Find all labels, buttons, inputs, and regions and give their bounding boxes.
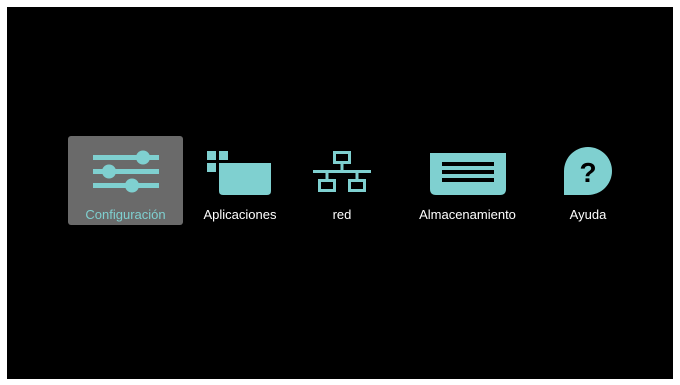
menu-item-settings[interactable]: Configuración: [68, 136, 183, 225]
menu-item-network-label: red: [332, 207, 352, 222]
menu-item-network[interactable]: red: [307, 136, 377, 225]
apps-folder-icon: [207, 151, 271, 195]
menu-item-storage-label: Almacenamiento: [419, 207, 516, 222]
storage-icon: [429, 153, 506, 195]
menu-item-help[interactable]: ? Ayuda: [552, 136, 624, 225]
network-icon: [313, 151, 371, 192]
help-icon: ?: [564, 147, 612, 195]
menu-item-storage[interactable]: Almacenamiento: [410, 136, 525, 225]
menu-item-settings-label: Configuración: [85, 207, 166, 222]
menu-item-help-label: Ayuda: [569, 207, 607, 222]
svg-text:?: ?: [579, 157, 596, 188]
home-screen: Configuración Aplicaciones red Almacenam…: [7, 7, 673, 379]
menu-item-apps-label: Aplicaciones: [203, 207, 277, 222]
menu-item-apps[interactable]: Aplicaciones: [192, 136, 288, 225]
sliders-icon: [92, 150, 159, 193]
